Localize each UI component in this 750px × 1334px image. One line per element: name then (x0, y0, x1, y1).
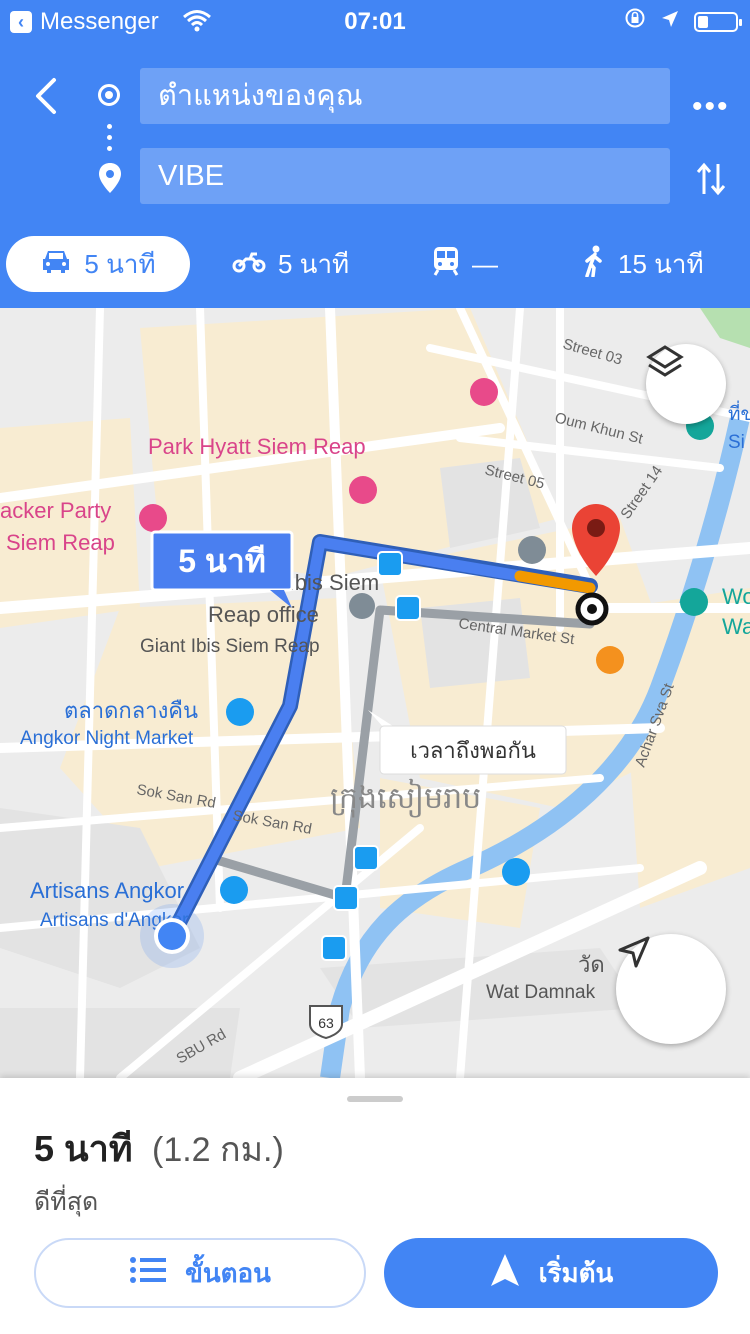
orientation-lock-icon (624, 7, 646, 36)
school-poi-icon (518, 536, 546, 564)
poi-label: ตลาดกลางคืน (64, 698, 198, 723)
poi-label: Siem Reap (6, 530, 115, 555)
swap-icon[interactable] (696, 160, 726, 206)
museum-poi-icon (680, 588, 708, 616)
navigation-start-icon (489, 1252, 521, 1295)
battery-icon (694, 11, 742, 32)
location-arrow-icon (660, 8, 680, 36)
highway-number: 63 (318, 1015, 334, 1031)
poi-label: Reap office (208, 602, 319, 627)
train-icon (432, 246, 460, 283)
status-bar: ‹ Messenger 07:01 (0, 0, 750, 40)
tab-walk-label: 15 นาที (618, 248, 704, 279)
poi-label: Park Hyatt Siem Reap (148, 434, 366, 459)
hotel-poi-icon (349, 476, 377, 504)
route-connector-dots (107, 124, 112, 157)
tab-car-label: 5 นาที (84, 248, 156, 279)
tab-transit-label: — (472, 248, 498, 279)
shop-poi-icon (220, 876, 248, 904)
map-view[interactable]: Street 03 Oum Khun St Street 05 Street 1… (0, 308, 750, 1078)
start-button-label: เริ่มต้น (538, 1257, 614, 1288)
shop-poi-icon (226, 698, 254, 726)
destination-pin-icon (98, 162, 122, 199)
travel-mode-tabs: 5 นาที 5 นาที — 15 นาที (0, 234, 750, 294)
tab-motorbike[interactable]: 5 นาที (232, 236, 349, 292)
tab-motorbike-label: 5 นาที (278, 248, 350, 279)
more-options-button[interactable]: ••• (692, 90, 730, 124)
street-label: Oum Khun St (553, 409, 645, 447)
directions-header: ตำแหน่งของคุณ VIBE ••• 5 นาที 5 นาที — 1… (0, 40, 750, 308)
origin-input[interactable]: ตำแหน่งของคุณ (140, 68, 670, 124)
list-icon (129, 1255, 167, 1292)
street-label: Street 14 (617, 463, 666, 523)
street-label: Street 03 (561, 336, 624, 369)
start-button[interactable]: เริ่มต้น (384, 1238, 718, 1308)
alt-route-tooltip-label: เวลาถึงพอกัน (410, 738, 536, 763)
poi-label: วัด (578, 952, 605, 977)
motorbike-icon (232, 249, 266, 280)
tab-car[interactable]: 5 นาที (6, 236, 190, 292)
walk-icon (582, 245, 606, 284)
highway-shield: 63 (309, 1005, 343, 1040)
steps-button-label: ขั้นตอน (185, 1257, 271, 1288)
tab-transit[interactable]: — (432, 236, 498, 292)
destination-input[interactable]: VIBE (140, 148, 670, 204)
hotel-poi-icon (139, 504, 167, 532)
eta-label: 5 นาที (34, 1128, 133, 1169)
place-poi-icon (349, 593, 375, 619)
poi-label: Artisans Angkor (30, 878, 184, 903)
layers-button[interactable] (646, 344, 726, 424)
steps-button[interactable]: ขั้นตอน (34, 1238, 366, 1308)
poi-label: Wo (722, 584, 750, 609)
poi-label: acker Party (0, 498, 111, 523)
route-duration-label: 5 นาที (178, 543, 266, 579)
city-label: ក្រុងសៀមរាប (330, 778, 481, 818)
back-button[interactable] (30, 76, 60, 124)
sheet-drag-handle[interactable] (347, 1096, 403, 1102)
shop-poi-icon (502, 858, 530, 886)
route-summary-sheet: 5 นาที (1.2 กม.) ดีที่สุด ขั้นตอน เริ่มต… (0, 1078, 750, 1334)
poi-label: Angkor Night Market (20, 728, 194, 749)
health-poi-icon (470, 378, 498, 406)
recenter-button[interactable] (616, 934, 726, 1044)
poi-label: Giant Ibis Siem Reap (140, 636, 320, 657)
tab-walk[interactable]: 15 นาที (582, 236, 704, 292)
origin-dot-icon (98, 84, 120, 106)
restaurant-poi-icon (596, 646, 624, 674)
poi-label: Wat Damnak (486, 982, 596, 1003)
current-location-icon (140, 904, 204, 968)
poi-label: Si (728, 432, 745, 453)
poi-label: ที่ข (728, 400, 750, 425)
car-icon (40, 248, 72, 281)
route-note: ดีที่สุด (34, 1188, 99, 1216)
distance-label: (1.2 กม.) (152, 1131, 284, 1169)
poi-label: Wa (722, 614, 750, 639)
